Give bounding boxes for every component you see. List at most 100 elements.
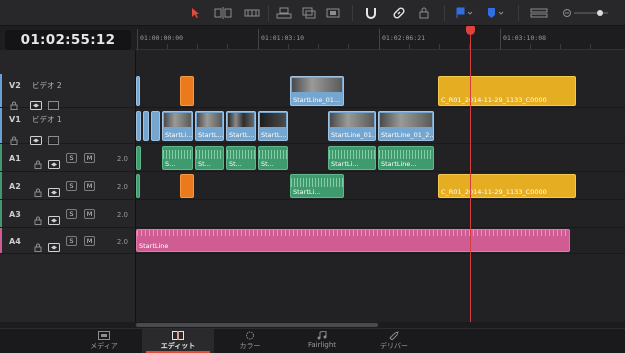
- page-tab-edit[interactable]: エディット: [142, 329, 214, 353]
- solo-button[interactable]: S: [66, 209, 77, 219]
- track-header-a2[interactable]: A2 S M 2.0: [0, 172, 136, 200]
- video-clip[interactable]: [136, 76, 140, 106]
- video-clip[interactable]: StartL...: [258, 111, 288, 141]
- zoom-slider[interactable]: [562, 6, 614, 20]
- lock-icon[interactable]: [418, 6, 430, 20]
- clip-label: StartLi...: [293, 188, 321, 196]
- color-icon: [246, 331, 254, 340]
- audio-waveform: [163, 150, 192, 159]
- lock-icon[interactable]: [34, 154, 42, 173]
- ruler-tick: [137, 29, 138, 50]
- scrollbar-thumb[interactable]: [136, 323, 378, 327]
- audio-waveform: [329, 150, 375, 159]
- track-header-a4[interactable]: A4 S M 2.0: [0, 228, 136, 254]
- video-clip[interactable]: StartLine_01_2...: [378, 111, 434, 141]
- audio-clip[interactable]: S...: [162, 146, 193, 170]
- video-clip[interactable]: C_R01_2014-11-29_1133_C0000: [438, 76, 576, 106]
- toolbar-separator: [352, 5, 353, 21]
- snapping-icon[interactable]: [364, 6, 378, 20]
- page-tab-fairlight[interactable]: Fairlight: [286, 329, 358, 353]
- track-color-stripe: [0, 228, 2, 253]
- clip-thumbnail: [197, 113, 222, 127]
- audio-clip[interactable]: StartLine: [136, 229, 570, 252]
- video-clip[interactable]: [151, 111, 160, 141]
- mute-button[interactable]: M: [84, 181, 95, 191]
- audio-waveform: [259, 150, 287, 159]
- page-tab-color[interactable]: カラー: [214, 329, 286, 353]
- video-clip[interactable]: StartLine_01...: [290, 76, 344, 106]
- clip-thumbnail: [330, 113, 374, 127]
- clip-label: StartL...: [198, 131, 224, 139]
- auto-track-select-icon[interactable]: [48, 237, 60, 256]
- track-volume: 2.0: [116, 155, 128, 163]
- clip-label: C_R01_2014-11-29_1133_C0000: [441, 188, 547, 196]
- replace-icon[interactable]: [326, 6, 340, 20]
- marker-icon[interactable]: [486, 6, 504, 20]
- trim-icon[interactable]: [214, 6, 232, 20]
- clip-label: StartLi...: [331, 160, 359, 168]
- playhead-line-ruler: [470, 33, 471, 50]
- video-clip[interactable]: StartLine_01...: [328, 111, 376, 141]
- solo-button[interactable]: S: [66, 236, 77, 246]
- zoom-icon[interactable]: [530, 6, 548, 20]
- mute-button[interactable]: M: [84, 209, 95, 219]
- ruler-tick: [500, 29, 501, 50]
- track-headers: V2 ビデオ 2 V1 ビデオ 1 A1 S M 2.0 A2 S M 2.0 …: [0, 50, 136, 322]
- selection-arrow-icon[interactable]: [190, 6, 200, 20]
- audio-clip[interactable]: St...: [226, 146, 256, 170]
- insert-icon[interactable]: [276, 6, 292, 20]
- timeline-area[interactable]: StartLine_01... C_R01_2014-11-29_1133_C0…: [136, 50, 625, 322]
- flag-icon[interactable]: [455, 6, 473, 20]
- track-name[interactable]: ビデオ 2: [32, 80, 62, 91]
- page-tab-media[interactable]: メディア: [68, 329, 140, 353]
- mute-button[interactable]: M: [84, 236, 95, 246]
- lock-icon[interactable]: [34, 237, 42, 256]
- overwrite-icon[interactable]: [302, 6, 316, 20]
- link-icon[interactable]: [392, 6, 406, 20]
- clip-thumbnail: [164, 113, 191, 127]
- clip-label: StartLine_01_2...: [381, 131, 434, 139]
- track-name[interactable]: ビデオ 1: [32, 114, 62, 125]
- audio-waveform: [137, 230, 569, 236]
- track-volume: 2.0: [116, 183, 128, 191]
- audio-clip[interactable]: StartLine...: [378, 146, 434, 170]
- video-clip[interactable]: [180, 76, 194, 106]
- auto-track-select-icon[interactable]: [48, 154, 60, 173]
- video-clip[interactable]: [143, 111, 149, 141]
- track-id: V1: [9, 115, 21, 124]
- track-header-a1[interactable]: A1 S M 2.0: [0, 144, 136, 172]
- solo-button[interactable]: S: [66, 181, 77, 191]
- ruler-label: 01:03:10:08: [503, 34, 547, 42]
- audio-clip[interactable]: C_R01_2014-11-29_1133_C0000: [438, 174, 576, 198]
- track-color-stripe: [0, 144, 2, 171]
- video-clip[interactable]: StartLi...: [162, 111, 193, 141]
- video-clip[interactable]: StartL...: [226, 111, 256, 141]
- clip-thumbnail: [380, 113, 432, 127]
- audio-clip[interactable]: St...: [195, 146, 224, 170]
- playhead[interactable]: [470, 50, 471, 322]
- track-header-v2[interactable]: V2 ビデオ 2: [0, 74, 136, 110]
- audio-clip[interactable]: [136, 174, 140, 198]
- audio-clip[interactable]: St...: [258, 146, 288, 170]
- page-tab-deliver[interactable]: デリバー: [358, 329, 430, 353]
- auto-track-select-icon[interactable]: [48, 182, 60, 201]
- timeline-ruler[interactable]: 01:00:00:00 01:01:03:10 01:02:06:21 01:0…: [136, 27, 625, 50]
- video-clip[interactable]: [136, 111, 141, 141]
- track-header-v1[interactable]: V1 ビデオ 1: [0, 108, 136, 145]
- solo-button[interactable]: S: [66, 153, 77, 163]
- lock-icon[interactable]: [34, 210, 42, 229]
- audio-clip[interactable]: StartLi...: [328, 146, 376, 170]
- lock-icon[interactable]: [34, 182, 42, 201]
- video-clip[interactable]: StartL...: [195, 111, 224, 141]
- clip-label: StartLine...: [381, 160, 417, 168]
- track-header-a3[interactable]: A3 S M 2.0: [0, 200, 136, 228]
- audio-clip[interactable]: StartLi...: [290, 174, 344, 198]
- blade-icon[interactable]: [244, 6, 260, 20]
- ruler-label: 01:01:03:10: [261, 34, 305, 42]
- mute-button[interactable]: M: [84, 153, 95, 163]
- auto-track-select-icon[interactable]: [48, 210, 60, 229]
- clip-label: S...: [165, 160, 176, 168]
- audio-clip[interactable]: [136, 146, 141, 170]
- timecode-display[interactable]: 01:02:55:12: [5, 30, 131, 50]
- audio-clip[interactable]: [180, 174, 194, 198]
